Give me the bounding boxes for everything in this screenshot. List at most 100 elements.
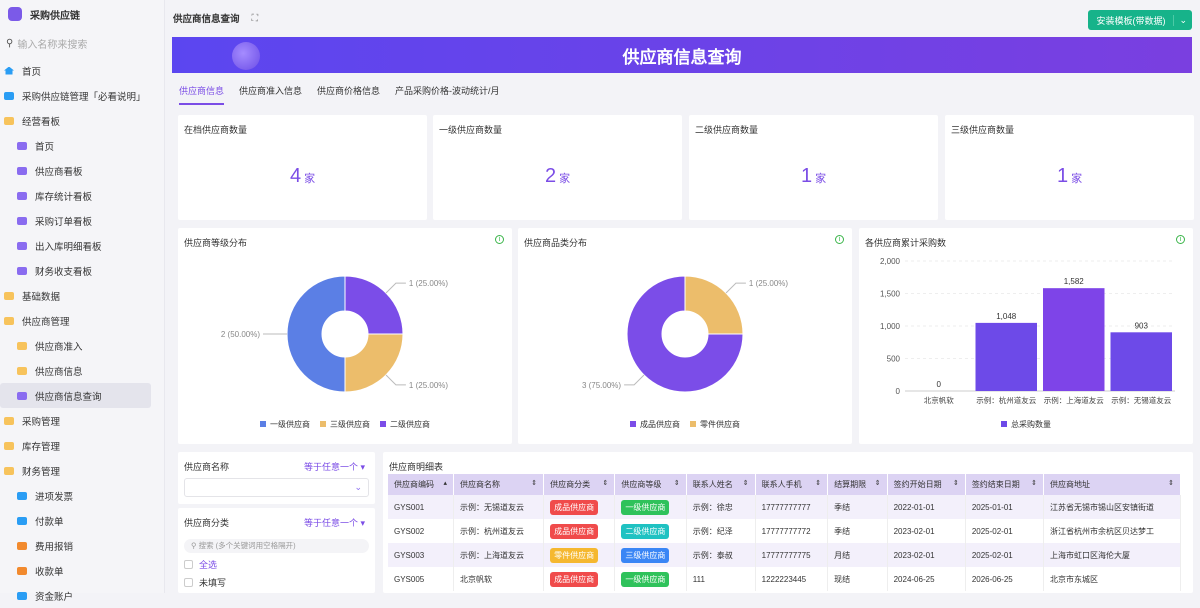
supplier-detail-table-card: 供应商明细表 供应商编码 ▴ 供应商名称 ⇕ 供应商分类 ⇕ 供应商等级 ⇕ 联系人姓名 ⇕ 联系人…	[383, 452, 1193, 593]
column-header[interactable]: 供应商地址 ⇕	[1043, 474, 1181, 495]
folder-icon	[4, 116, 14, 125]
column-header[interactable]: 供应商等级 ⇕	[614, 474, 687, 495]
logo-icon	[8, 7, 22, 21]
sidebar-item[interactable]: 首页	[0, 133, 164, 158]
supplier-name-select[interactable]: ⌄	[184, 478, 369, 497]
table-cell: 示例：杭州道友云	[453, 519, 545, 543]
y-tick-label: 1,500	[880, 290, 901, 299]
table-row[interactable]: GYS001 示例：无锡道友云 成品供应商 一级供应商 示例：徐忠 17777777777…	[388, 495, 1181, 519]
install-template-button[interactable]: 安装模板(带数据) ⌄	[1088, 10, 1192, 30]
app-logo[interactable]: 采购供应链	[0, 0, 164, 28]
checkbox-unfilled[interactable]: 未填写	[184, 576, 226, 589]
stat-value: 1家	[1056, 165, 1083, 187]
sort-icon[interactable]: ⇕	[1031, 479, 1037, 487]
sidebar-item[interactable]: 采购订单看板	[0, 208, 164, 233]
sidebar-item[interactable]: 费用报销	[0, 533, 164, 558]
column-header[interactable]: 联系人手机 ⇕	[755, 474, 829, 495]
table-cell: 1222223445	[755, 567, 829, 591]
sidebar-item[interactable]: 进项发票	[0, 483, 164, 508]
table-row[interactable]: GYS002 示例：杭州道友云 成品供应商 二级供应商 示例：纪泽 17777777772…	[388, 519, 1181, 543]
operator-dropdown[interactable]: 等于任意一个 ▾	[304, 460, 365, 473]
tag-badge: 三级供应商	[621, 547, 670, 563]
sidebar-item[interactable]: 出入库明细看板	[0, 233, 164, 258]
folder-icon	[4, 466, 14, 475]
sort-icon[interactable]: ⇕	[1168, 479, 1174, 487]
pie-slice[interactable]	[286, 275, 346, 393]
sort-icon[interactable]: ⇕	[603, 479, 609, 487]
table-cell: 2026-06-25	[965, 567, 1045, 591]
dashboard-icon	[17, 216, 27, 225]
operator-dropdown[interactable]: 等于任意一个 ▾	[304, 516, 365, 529]
sidebar-item[interactable]: 供应商准入	[0, 333, 164, 358]
sidebar-item[interactable]: 经营看板	[0, 108, 164, 133]
column-header[interactable]: 供应商分类 ⇕	[543, 474, 616, 495]
sort-icon[interactable]: ⇕	[531, 479, 537, 487]
tag-badge: 一级供应商	[621, 499, 670, 515]
sidebar-item[interactable]: 供应商信息查询	[0, 383, 151, 408]
chart-svg: 1 (25.00%) 1 (25.00%) 2 (50.00%)	[221, 275, 448, 393]
table-cell: 2024-06-25	[887, 567, 966, 591]
column-header[interactable]: 签约开始日期 ⇕	[887, 474, 966, 495]
table-cell: 二级供应商	[614, 519, 687, 543]
column-header[interactable]: 联系人姓名 ⇕	[686, 474, 756, 495]
column-header[interactable]: 供应商名称 ⇕	[453, 474, 545, 495]
fullscreen-icon[interactable]: ⛶	[252, 13, 259, 24]
sort-icon[interactable]: ⇕	[815, 479, 821, 487]
tag-badge: 成品供应商	[550, 523, 599, 539]
checkbox-select-all[interactable]: 全选	[184, 558, 217, 571]
table-cell: 示例：泰叔	[686, 543, 756, 567]
sidebar-item[interactable]: 首页	[0, 58, 164, 83]
bar[interactable]	[1043, 288, 1105, 391]
table-cell: 浙江省杭州市余杭区贝达梦工	[1043, 519, 1181, 543]
sort-icon[interactable]: ⇕	[953, 479, 959, 487]
sidebar-search-input[interactable]: ⚲ 输入名称来搜索	[0, 28, 164, 58]
folder-icon	[17, 341, 27, 350]
column-header[interactable]: 结算期限 ⇕	[827, 474, 888, 495]
sidebar-item[interactable]: 基础数据	[0, 283, 164, 308]
tab[interactable]: 供应商价格信息	[317, 84, 380, 105]
bar[interactable]	[975, 322, 1038, 391]
chevron-down-icon[interactable]: ⌄	[1173, 14, 1192, 26]
sidebar-item[interactable]: 采购管理	[0, 408, 164, 433]
sidebar-item[interactable]: 收款单	[0, 558, 164, 583]
column-header[interactable]: 签约结束日期 ⇕	[965, 474, 1045, 495]
topbar: 供应商信息查询 ⛶	[165, 0, 1200, 36]
stat-card: 一级供应商数量 2 家	[433, 115, 682, 220]
slice-label: 1 (25.00%)	[409, 381, 448, 390]
sidebar-item[interactable]: 供应商管理	[0, 308, 164, 333]
sidebar-item[interactable]: 采购供应链管理「必看说明」	[0, 83, 164, 108]
sidebar-item[interactable]: 资金账户	[0, 583, 164, 608]
table-cell: 北京市东城区	[1043, 567, 1181, 591]
tab[interactable]: 供应商信息	[179, 84, 225, 105]
category-search-input[interactable]: ⚲ 搜索 (多个关键词用空格隔开)	[184, 539, 369, 553]
sidebar-item[interactable]: 库存管理	[0, 433, 164, 458]
receipt-icon	[17, 566, 27, 575]
sidebar-item[interactable]: 财务管理	[0, 458, 164, 483]
table-cell: 一级供应商	[614, 567, 687, 591]
table-row[interactable]: GYS003 示例：上海道友云 零件供应商 三级供应商 示例：泰叔 17777777775…	[388, 543, 1181, 567]
doc-icon	[17, 516, 27, 525]
table-row[interactable]: GYS005 北京帆软 成品供应商 一级供应商 111 1222223445 现结 2024-…	[388, 567, 1181, 591]
x-tick-label: 示例：无锡道友云	[1111, 395, 1171, 405]
bar-value-label: 903	[1135, 321, 1149, 330]
sort-icon[interactable]: ▴	[444, 479, 448, 487]
dashboard-icon	[17, 141, 27, 150]
label-line	[385, 282, 406, 294]
table-cell: 2023-02-01	[887, 519, 966, 543]
table-cell: 月结	[827, 543, 888, 567]
column-header[interactable]: 供应商编码 ▴	[388, 474, 455, 495]
sidebar-item[interactable]: 付款单	[0, 508, 164, 533]
sidebar-item[interactable]: 财务收支看板	[0, 258, 164, 283]
sidebar-item[interactable]: 供应商看板	[0, 158, 164, 183]
sidebar-nav: 首页 采购供应链管理「必看说明」 经营看板 首页 供应商看板 库存统计看板 采购订单看板 出入…	[0, 58, 164, 608]
sidebar-item[interactable]: 库存统计看板	[0, 183, 164, 208]
tab[interactable]: 供应商准入信息	[239, 84, 302, 105]
sort-icon[interactable]: ⇕	[875, 479, 881, 487]
sort-icon[interactable]: ⇕	[674, 479, 680, 487]
bar[interactable]	[1110, 332, 1173, 391]
sort-icon[interactable]: ⇕	[743, 479, 749, 487]
tab[interactable]: 产品采购价格-波动统计/月	[395, 84, 500, 105]
sidebar-item[interactable]: 供应商信息	[0, 358, 164, 383]
wallet-icon	[17, 541, 27, 550]
x-tick-label: 北京帆软	[924, 395, 954, 405]
